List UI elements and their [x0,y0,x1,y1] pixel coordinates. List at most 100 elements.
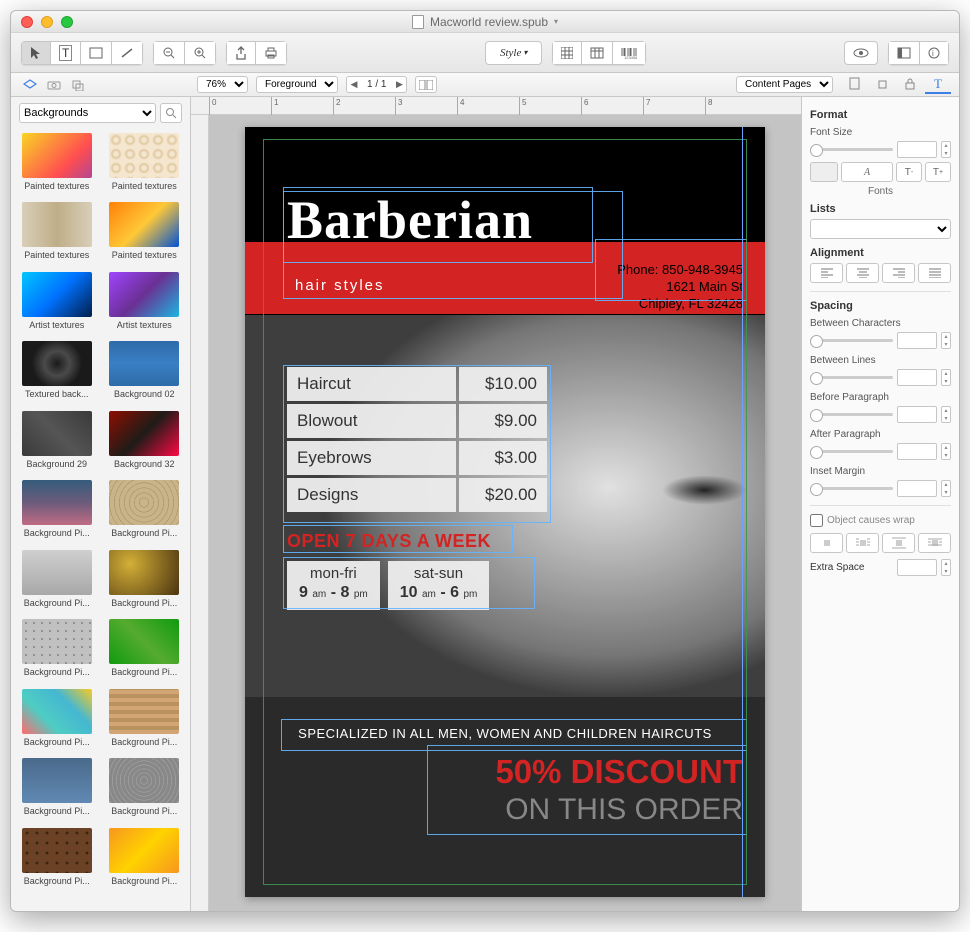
select-tool[interactable] [21,41,50,65]
thumbnail-item[interactable]: Background Pi... [105,619,185,682]
before-para-slider[interactable] [810,413,893,416]
thumbnail-item[interactable]: Painted textures [105,202,185,265]
spread-view-button[interactable] [415,76,437,93]
inset-margin-stepper[interactable]: ▴▾ [941,480,951,497]
title-dropdown-icon[interactable]: ▾ [554,17,558,26]
wrap-checkbox-row[interactable]: Object causes wrap [810,514,951,527]
thumbnail-image [22,550,92,595]
library-category-select[interactable]: Backgrounds [19,103,156,123]
layer-select[interactable]: Foreground [256,76,338,93]
inspector-tab-text[interactable]: T [925,76,951,94]
vertical-ruler [191,115,209,911]
thumbnail-image [22,341,92,386]
lists-select[interactable] [810,219,951,239]
inspector-tabs: T [841,76,951,94]
insert-barcode-button[interactable]: 123456 [612,41,646,65]
before-para-input[interactable] [897,406,937,423]
font-size-input[interactable] [897,141,937,158]
thumbnail-item[interactable]: Painted textures [17,133,97,196]
after-para-input[interactable] [897,443,937,460]
inspector-tab-lock[interactable] [897,76,923,94]
thumbnail-item[interactable]: Background 32 [105,411,185,474]
line-spacing-stepper[interactable]: ▴▾ [941,369,951,386]
thumbnail-label: Background Pi... [24,598,90,608]
line-spacing-slider[interactable] [810,376,893,379]
before-para-stepper[interactable]: ▴▾ [941,406,951,423]
wrap-mode-2[interactable] [846,533,879,553]
library-tab-camera[interactable] [47,79,61,91]
thumbnail-item[interactable]: Background Pi... [17,758,97,821]
line-tool[interactable] [111,41,143,65]
align-right-button[interactable] [882,263,915,283]
after-para-stepper[interactable]: ▴▾ [941,443,951,460]
canvas-scroll[interactable]: Barberian hair styles Phone: 850-948-394… [209,115,801,911]
wrap-mode-3[interactable] [882,533,915,553]
label-after-para: After Paragraph [810,429,951,440]
insert-grid-button[interactable] [552,41,581,65]
font-color-button[interactable] [810,162,838,182]
preview-button[interactable] [844,41,878,65]
layout-select[interactable]: Content Pages [736,76,833,93]
thumbnail-item[interactable]: Painted textures [17,202,97,265]
thumbnail-item[interactable]: Painted textures [105,133,185,196]
font-smaller-button[interactable]: T- [896,162,922,182]
thumbnail-item[interactable]: Background Pi... [105,758,185,821]
thumbnail-item[interactable]: Background Pi... [17,689,97,752]
shape-tool[interactable] [80,41,111,65]
thumbnail-item[interactable]: Background Pi... [17,828,97,891]
font-size-slider[interactable] [810,148,893,151]
thumbnail-item[interactable]: Textured back... [17,341,97,404]
thumbnail-item[interactable]: Artist textures [105,272,185,335]
after-para-slider[interactable] [810,450,893,453]
align-center-button[interactable] [846,263,879,283]
thumbnail-image [109,758,179,803]
document-page[interactable]: Barberian hair styles Phone: 850-948-394… [245,127,765,897]
library-search-button[interactable] [160,103,182,123]
font-larger-button[interactable]: T+ [925,162,951,182]
wrap-mode-1[interactable] [810,533,843,553]
inset-margin-input[interactable] [897,480,937,497]
thumbnail-item[interactable]: Background 29 [17,411,97,474]
align-left-button[interactable] [810,263,843,283]
thumbnail-item[interactable]: Background Pi... [17,619,97,682]
page-prev-button[interactable]: ◀ [347,79,361,90]
font-size-stepper[interactable]: ▴▾ [941,141,951,158]
font-family-button[interactable]: A [841,162,893,182]
char-spacing-input[interactable] [897,332,937,349]
thumbnail-image [109,689,179,734]
thumbnail-item[interactable]: Background Pi... [105,480,185,543]
extra-space-stepper[interactable]: ▴▾ [941,559,951,576]
print-button[interactable] [255,41,287,65]
vertical-guide[interactable] [742,127,743,897]
insert-table-button[interactable] [581,41,612,65]
thumbnail-item[interactable]: Background Pi... [17,550,97,613]
inset-margin-slider[interactable] [810,487,893,490]
thumbnail-item[interactable]: Background Pi... [17,480,97,543]
inspector-tab-page[interactable] [841,76,867,94]
zoom-in-button[interactable] [184,41,216,65]
char-spacing-slider[interactable] [810,339,893,342]
extra-space-input[interactable] [897,559,937,576]
wrap-checkbox[interactable] [810,514,823,527]
wrap-mode-4[interactable] [918,533,951,553]
text-tool[interactable]: T [50,41,80,65]
line-spacing-input[interactable] [897,369,937,386]
thumbnail-item[interactable]: Artist textures [17,272,97,335]
zoom-select[interactable]: 76% [197,76,248,93]
align-justify-button[interactable] [918,263,951,283]
thumbnail-item[interactable]: Background Pi... [105,689,185,752]
share-button[interactable] [226,41,255,65]
library-tab-assets[interactable] [23,79,37,91]
char-spacing-stepper[interactable]: ▴▾ [941,332,951,349]
toggle-sidebar-button[interactable] [888,41,919,65]
thumbnail-item[interactable]: Background 02 [105,341,185,404]
thumbnail-item[interactable]: Background Pi... [105,550,185,613]
page-next-button[interactable]: ▶ [392,79,406,90]
style-button[interactable]: Style ▾ [485,41,542,65]
toggle-inspector-button[interactable]: i [919,41,949,65]
thumbnail-item[interactable]: Background Pi... [105,828,185,891]
thumbnail-label: Painted textures [24,250,89,260]
inspector-tab-wrap[interactable] [869,76,895,94]
zoom-out-button[interactable] [153,41,184,65]
library-tab-layers[interactable] [71,79,85,91]
